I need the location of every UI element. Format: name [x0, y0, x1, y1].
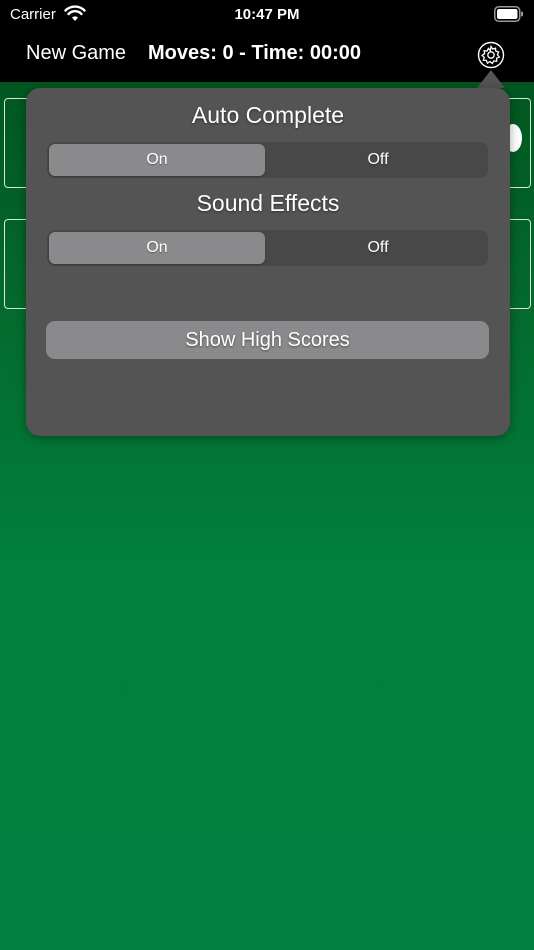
sound-effects-title: Sound Effects	[196, 190, 340, 216]
new-game-button[interactable]: New Game	[26, 42, 126, 65]
show-high-scores-button[interactable]: Show High Scores	[46, 321, 489, 359]
sound-effects-off-segment[interactable]: Off	[270, 232, 486, 264]
settings-button[interactable]	[477, 41, 505, 69]
auto-complete-off-segment[interactable]: Off	[270, 144, 486, 176]
gear-icon	[477, 41, 505, 69]
popover-arrow	[477, 70, 505, 88]
status-bar: Carrier 10:47 PM	[0, 0, 534, 30]
sound-effects-on-segment[interactable]: On	[49, 232, 265, 264]
sound-effects-segmented-control: On Off	[47, 230, 488, 266]
settings-popover: Auto Complete On Off Sound Effects On Of…	[26, 88, 510, 436]
auto-complete-segmented-control: On Off	[47, 142, 488, 178]
status-time: 10:47 PM	[234, 6, 300, 23]
moves-time-label: Moves: 0 - Time: 00:00	[148, 42, 362, 64]
game-toolbar: New Game Moves: 0 - Time: 00:00	[0, 30, 534, 82]
battery-icon	[494, 6, 523, 22]
auto-complete-title: Auto Complete	[191, 102, 345, 128]
auto-complete-on-segment[interactable]: On	[49, 144, 265, 176]
